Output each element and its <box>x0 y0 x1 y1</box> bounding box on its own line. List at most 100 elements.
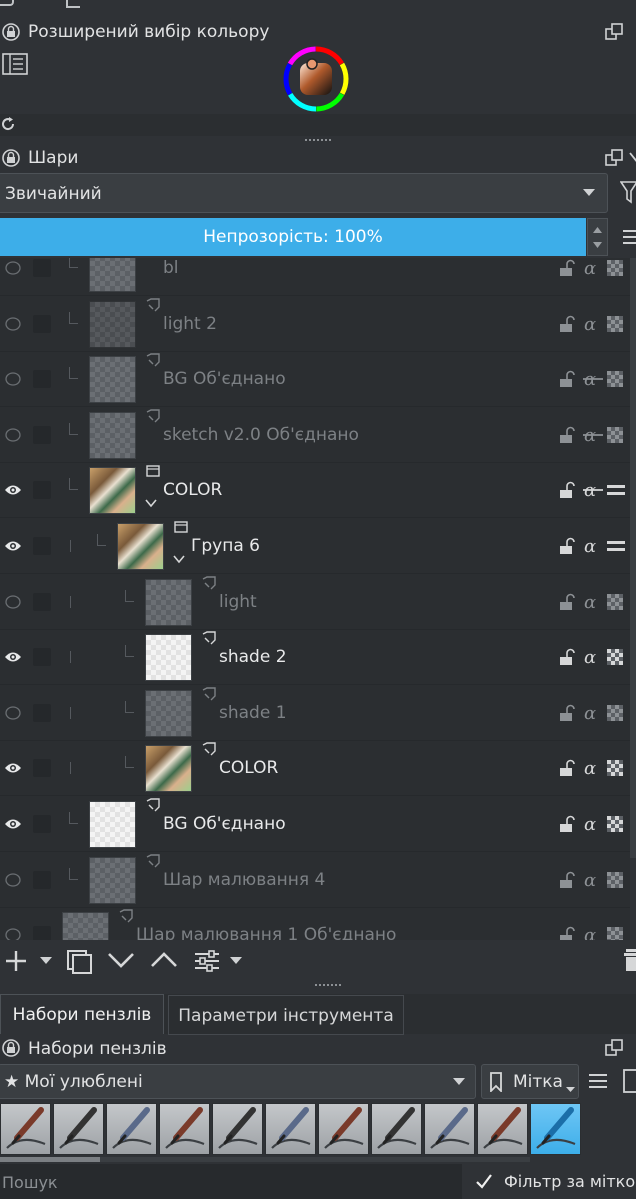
layer-properties-icon[interactable] <box>193 949 221 973</box>
eye-open-icon[interactable] <box>3 740 23 796</box>
splitter-grip[interactable] <box>305 139 331 141</box>
layer-row[interactable]: sketch v2.0 Об'єднано α <box>0 407 630 463</box>
lock-icon[interactable] <box>2 23 20 41</box>
filter-by-tag-checkbox[interactable]: Фільтр за міткою <box>466 1164 636 1199</box>
alpha-icon[interactable]: α <box>582 925 600 940</box>
layer-select-checkbox[interactable] <box>33 314 51 333</box>
alpha-icon[interactable]: α <box>582 758 600 779</box>
layer-list-scrollbar[interactable] <box>630 258 636 858</box>
close-icon[interactable] <box>628 150 636 166</box>
unlocked-icon[interactable] <box>558 759 576 777</box>
layer-select-checkbox[interactable] <box>33 537 51 555</box>
eye-closed-icon[interactable] <box>3 296 23 352</box>
transparency-checker-icon[interactable] <box>606 426 624 444</box>
unlocked-icon[interactable] <box>558 593 576 611</box>
alpha-disabled-icon[interactable]: α <box>582 369 603 390</box>
float-panel-icon[interactable] <box>604 1038 624 1058</box>
layer-select-checkbox[interactable] <box>33 870 51 889</box>
chevron-down-icon[interactable] <box>230 957 242 965</box>
float-panel-icon[interactable] <box>604 148 624 168</box>
tag-button[interactable]: Мітка <box>481 1064 579 1099</box>
brush-preset-item[interactable] <box>212 1103 263 1155</box>
unlocked-icon[interactable] <box>558 370 576 388</box>
brush-preset-item[interactable] <box>0 1103 51 1155</box>
layer-row[interactable]: shade 2 α <box>0 629 630 686</box>
unlocked-icon[interactable] <box>558 426 576 444</box>
layer-select-checkbox[interactable] <box>33 425 51 444</box>
layer-row[interactable]: BG Об'єднано α <box>0 351 630 408</box>
unlocked-icon[interactable] <box>558 259 576 277</box>
layer-row[interactable]: Шар малювання 4 α <box>0 852 630 908</box>
eye-closed-icon[interactable] <box>3 574 23 630</box>
transparency-checker-icon[interactable] <box>606 926 624 940</box>
chevron-down-icon[interactable] <box>144 493 158 508</box>
transparency-checker-icon[interactable] <box>606 815 624 833</box>
layer-select-checkbox[interactable] <box>33 815 51 833</box>
eye-closed-icon[interactable] <box>3 685 23 741</box>
layer-select-checkbox[interactable] <box>33 259 51 277</box>
layer-row[interactable]: BG Об'єднано α <box>0 796 630 852</box>
menu-icon[interactable] <box>588 1072 608 1090</box>
layer-row[interactable]: shade 1 α <box>0 685 630 741</box>
layer-select-checkbox[interactable] <box>33 481 51 500</box>
transparency-checker-icon[interactable] <box>606 648 624 666</box>
alpha-disabled-icon[interactable]: α <box>582 480 603 501</box>
transparency-checker-icon[interactable] <box>606 370 624 388</box>
alpha-icon[interactable]: α <box>582 870 600 891</box>
alpha-icon[interactable]: α <box>582 258 600 279</box>
layer-row[interactable]: Шар малювання 1 Об'єднано α <box>0 907 630 940</box>
layer-row[interactable]: COLOR α <box>0 462 630 519</box>
unlocked-icon[interactable] <box>558 926 576 940</box>
layer-row[interactable]: bl α <box>0 258 630 296</box>
tag-select[interactable]: ★ Мої улюблені <box>0 1064 476 1099</box>
layer-select-checkbox[interactable] <box>33 370 51 389</box>
add-layer-icon[interactable] <box>4 949 28 973</box>
alpha-disabled-icon[interactable]: α <box>582 425 603 446</box>
unlocked-icon[interactable] <box>558 315 576 333</box>
color-wheel[interactable] <box>283 46 349 112</box>
layer-select-checkbox[interactable] <box>33 759 51 778</box>
settings-list-icon[interactable] <box>2 53 28 75</box>
layer-select-checkbox[interactable] <box>33 592 51 611</box>
duplicate-layer-icon[interactable] <box>65 948 93 974</box>
chevron-down-icon[interactable] <box>40 957 52 965</box>
transparency-checker-icon[interactable] <box>606 593 624 611</box>
brush-preset-item[interactable] <box>424 1103 475 1155</box>
layer-row[interactable]: light 2 α <box>0 296 630 352</box>
float-panel-icon[interactable] <box>604 22 624 42</box>
alpha-icon[interactable]: α <box>582 647 600 668</box>
brush-preset-item[interactable] <box>265 1103 316 1155</box>
lock-icon[interactable] <box>2 149 20 167</box>
layer-select-checkbox[interactable] <box>33 926 51 940</box>
brush-preset-item[interactable] <box>477 1103 528 1155</box>
pass-through-icon[interactable] <box>606 537 625 555</box>
brush-preset-item[interactable] <box>159 1103 210 1155</box>
unlocked-icon[interactable] <box>558 537 576 555</box>
move-layer-down-icon[interactable] <box>107 951 135 969</box>
move-layer-up-icon[interactable] <box>150 951 178 969</box>
layer-list[interactable]: bl α light 2 α BG Об'єднано α sketch v2.0 Об'є… <box>0 258 630 940</box>
transparency-checker-icon[interactable] <box>606 704 624 722</box>
tab-brush-presets[interactable]: Набори пензлів <box>0 994 164 1034</box>
eye-open-icon[interactable] <box>3 796 23 852</box>
preset-scrollbar[interactable] <box>0 1157 530 1162</box>
preset-scrollbar-thumb[interactable] <box>0 1157 100 1162</box>
alpha-icon[interactable]: α <box>582 536 600 557</box>
preset-search-input[interactable]: Пошук <box>0 1164 462 1199</box>
brush-preset-item[interactable] <box>53 1103 104 1155</box>
unlocked-icon[interactable] <box>558 481 576 499</box>
view-mode-icon[interactable] <box>622 1068 636 1094</box>
brush-preset-item[interactable] <box>530 1103 581 1155</box>
eye-closed-icon[interactable] <box>3 407 23 463</box>
pass-through-icon[interactable] <box>606 481 625 499</box>
alpha-icon[interactable]: α <box>582 814 600 835</box>
layer-select-checkbox[interactable] <box>33 703 51 722</box>
tab-tool-options[interactable]: Параметри інструмента <box>168 995 404 1035</box>
eye-closed-icon[interactable] <box>3 258 23 296</box>
delete-layer-icon[interactable] <box>622 947 636 973</box>
opacity-spinbox[interactable] <box>587 218 608 256</box>
alpha-icon[interactable]: α <box>582 703 600 724</box>
layer-row[interactable]: light α <box>0 574 630 630</box>
brush-preset-item[interactable] <box>106 1103 157 1155</box>
eye-open-icon[interactable] <box>3 629 23 685</box>
